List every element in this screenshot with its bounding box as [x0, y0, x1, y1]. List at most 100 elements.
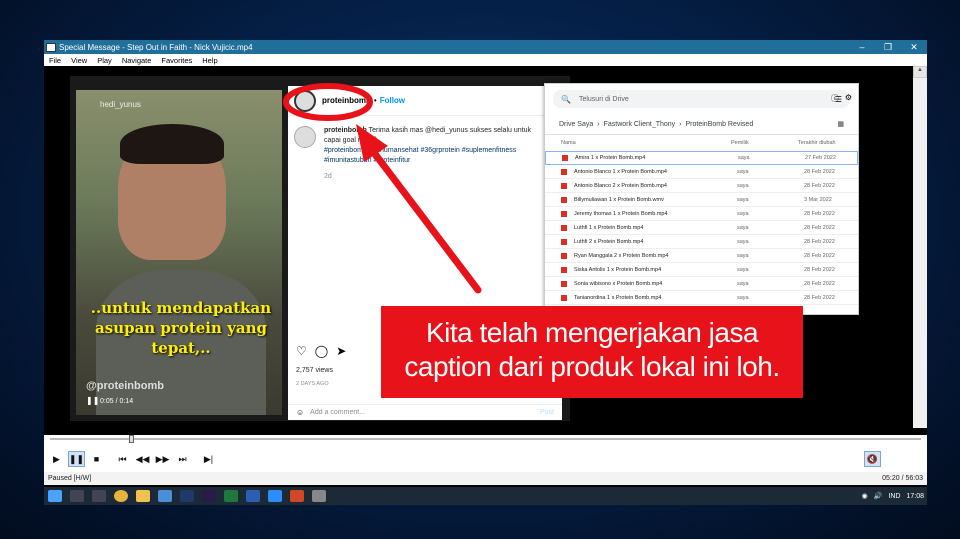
col-owner[interactable]: Pemilik — [731, 140, 798, 146]
chrome-icon[interactable] — [114, 490, 128, 502]
stop-icon[interactable]: ■ — [88, 451, 105, 467]
search-taskbar-icon[interactable] — [70, 490, 84, 502]
language-indicator[interactable]: IND — [888, 493, 900, 500]
file-date: 28 Feb 2022 — [804, 238, 835, 245]
promo-line-2: caption dari produk lokal ini loh. — [404, 351, 780, 382]
previous-icon[interactable]: ⏮ — [114, 451, 131, 467]
file-name: Sonia wibisono x Protein Bomb.mp4 — [574, 280, 663, 287]
fast-forward-icon[interactable]: ▶▶ — [154, 451, 171, 467]
scroll-up-button[interactable]: ▲ — [913, 66, 927, 78]
breadcrumb-root[interactable]: Drive Saya — [559, 121, 593, 128]
ig-account[interactable]: proteinbomb — [322, 96, 371, 105]
col-name[interactable]: Nama — [561, 140, 731, 146]
word-icon[interactable] — [246, 490, 260, 502]
drive-file-row[interactable]: Luthfi 1 x Protein Bomb.mp4 saya 28 Feb 20… — [545, 221, 858, 235]
status-bar: Paused [H/W] 05:20 / 56:03 — [44, 472, 927, 485]
menu-play[interactable]: Play — [97, 56, 112, 65]
ig-caption-user[interactable]: proteinbomb — [324, 127, 367, 134]
breadcrumb: Drive Saya › Fastwork Client_Thony › Prote… — [545, 114, 858, 135]
search-icon: 🔍 — [561, 94, 571, 104]
video-file-icon — [561, 196, 567, 203]
clock[interactable]: 17:08 — [906, 493, 924, 500]
windows-start-icon[interactable] — [48, 490, 62, 502]
ig-dot: • — [373, 96, 377, 105]
menu-navigate[interactable]: Navigate — [122, 56, 152, 65]
comment-icon[interactable]: ◯ — [315, 344, 328, 358]
explorer-icon[interactable] — [136, 490, 150, 502]
wifi-icon[interactable]: ◉ — [862, 492, 868, 500]
drive-file-row[interactable]: Luthfi 2 x Protein Bomb.mp4 saya 28 Feb 20… — [545, 235, 858, 249]
drive-file-row[interactable]: Sonia wibisono x Protein Bomb.mp4 saya 28 … — [545, 277, 858, 291]
drive-file-row[interactable]: Tanianordina 1 x Protein Bomb.mp4 saya 28 … — [545, 291, 858, 305]
mute-icon[interactable]: 🔇 — [864, 451, 881, 467]
video-file-icon — [561, 168, 567, 175]
drive-file-row[interactable]: Amira 1 x Protein Bomb.mp4 saya 27 Feb 202… — [545, 151, 858, 165]
zoom-icon[interactable] — [268, 490, 282, 502]
rewind-icon[interactable]: ◀◀ — [134, 451, 151, 467]
drive-file-row[interactable]: Antonio Blanco 1 x Protein Bomb.mp4 saya 2… — [545, 165, 858, 179]
drive-file-row[interactable]: Siska Antolis 1 x Protein Bomb.mp4 saya 28… — [545, 263, 858, 277]
file-name: Jeremy thomas 1 x Protein Bomb.mp4 — [574, 210, 668, 217]
menu-bar: File View Play Navigate Favorites Help — [44, 54, 927, 66]
frame-step-icon[interactable]: ▶| — [200, 451, 217, 467]
window-title: Special Message - Step Out in Faith - Ni… — [59, 42, 253, 52]
file-date: 28 Feb 2022 — [804, 182, 835, 189]
file-date: 3 Mar 2022 — [804, 196, 832, 203]
media-player-taskbar-icon[interactable] — [312, 490, 326, 502]
minimize-button[interactable]: ‒ — [849, 42, 875, 52]
photoshop-icon[interactable] — [180, 490, 194, 502]
breadcrumb-current[interactable]: ProteinBomb Revised — [686, 121, 754, 128]
drive-file-row[interactable]: Ryan Manggala 2 x Protein Bomb.mp4 saya 28… — [545, 249, 858, 263]
drive-file-row[interactable]: Antonio Blanco 2 x Protein Bomb.mp4 saya 2… — [545, 179, 858, 193]
pause-icon[interactable]: ❚❚ — [86, 396, 99, 405]
heart-icon[interactable]: ♡ — [296, 344, 307, 358]
drive-search-input[interactable]: Telusuri di Drive — [579, 96, 835, 103]
video-file-icon — [561, 224, 567, 231]
store-icon[interactable] — [158, 490, 172, 502]
gear-icon[interactable]: ⚙ — [845, 93, 852, 104]
close-button[interactable]: ✕ — [901, 42, 927, 53]
file-date: 28 Feb 2022 — [804, 266, 835, 273]
ig-follow-link[interactable]: Follow — [380, 96, 405, 105]
file-name: Siska Antolis 1 x Protein Bomb.mp4 — [574, 266, 662, 273]
title-bar[interactable]: Special Message - Step Out in Faith - Ni… — [44, 40, 927, 54]
right-scrollbar[interactable]: ▲ — [913, 66, 927, 428]
reel-video: hedi_yunus ..untuk mendapatkan asupan pr… — [76, 90, 282, 415]
file-name: Luthfi 2 x Protein Bomb.mp4 — [574, 238, 644, 245]
ig-comment-input[interactable]: Add a comment... — [310, 409, 540, 416]
ig-avatar[interactable] — [294, 89, 316, 112]
powerpoint-icon[interactable] — [290, 490, 304, 502]
file-owner: saya — [737, 238, 749, 245]
video-file-icon — [561, 294, 567, 301]
volume-icon[interactable]: 🔊 — [874, 492, 883, 500]
menu-file[interactable]: File — [49, 56, 61, 65]
ig-caption-line-1: Terima kasih mas @hedi_yunus sukses sela… — [368, 127, 531, 134]
pause-button-icon[interactable]: ❚❚ — [68, 451, 85, 467]
help-icon[interactable]: ⓘ — [831, 93, 839, 104]
file-date: 27 Feb 2022 — [805, 155, 836, 161]
playback-controls: ▶ ❚❚ ■ ⏮ ◀◀ ▶▶ ⏭ ▶| 🔇 — [44, 443, 927, 475]
premiere-icon[interactable] — [202, 490, 216, 502]
drive-file-row[interactable]: Jeremy thomas 1 x Protein Bomb.mp4 saya 28… — [545, 207, 858, 221]
share-icon[interactable]: ➤ — [336, 344, 346, 358]
maximize-button[interactable]: ❐ — [875, 42, 901, 53]
drive-file-row[interactable]: Billymuliawan 1 x Protein Bomb.wmv saya 3 … — [545, 193, 858, 207]
grid-view-icon[interactable]: ▦ — [837, 120, 844, 128]
ig-post-button[interactable]: Post — [540, 409, 554, 416]
file-name: Amira 1 x Protein Bomb.mp4 — [575, 155, 646, 161]
play-icon[interactable]: ▶ — [48, 451, 65, 467]
menu-help[interactable]: Help — [202, 56, 217, 65]
seek-knob[interactable] — [129, 435, 134, 443]
task-view-icon[interactable] — [92, 490, 106, 502]
seek-bar[interactable] — [44, 435, 927, 443]
col-modified[interactable]: Terakhir diubah — [798, 140, 836, 146]
emoji-icon[interactable]: ☺ — [296, 408, 304, 417]
reel-watermark: @proteinbomb — [86, 380, 164, 392]
menu-favorites[interactable]: Favorites — [161, 56, 192, 65]
drive-search-bar[interactable]: 🔍 Telusuri di Drive ☰ — [553, 90, 850, 108]
menu-view[interactable]: View — [71, 56, 87, 65]
next-icon[interactable]: ⏭ — [174, 451, 191, 467]
ig-caption-line-4: #imunitastubuh #proteinfitur — [324, 157, 411, 164]
breadcrumb-folder[interactable]: Fastwork Client_Thony — [604, 121, 676, 128]
excel-icon[interactable] — [224, 490, 238, 502]
